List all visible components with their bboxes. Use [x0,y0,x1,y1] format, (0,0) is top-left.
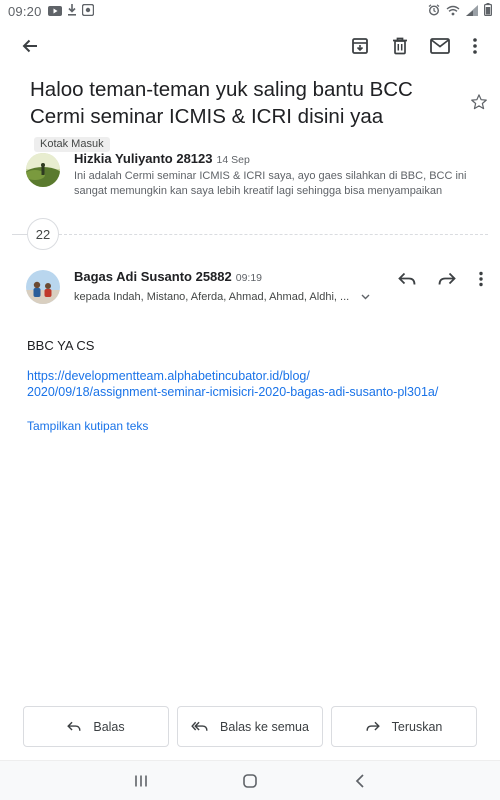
download-icon [67,3,77,19]
recent-apps-icon [135,775,147,787]
subject-text: Haloo teman-teman yuk saling bantu BCC C… [30,78,413,128]
forward-label: Teruskan [391,719,443,734]
avatar-bagas[interactable] [26,270,60,304]
collapsed-messages-row: 22 [0,218,500,250]
wifi-icon [446,4,460,19]
back-button[interactable] [18,34,42,58]
forward-icon [438,272,456,285]
reply-icon-button[interactable] [396,268,418,290]
sender-line: Hizkia Yuliyanto 28123 14 Sep [74,151,250,166]
forward-icon-button[interactable] [436,268,458,290]
archive-button[interactable] [348,34,372,58]
mark-unread-icon [430,38,450,54]
collapsed-count-button[interactable]: 22 [27,218,59,250]
status-bar: 09:20 [0,0,500,22]
chevron-left-icon [355,774,364,788]
show-quoted-text-link[interactable]: Tampilkan kutipan teks [27,419,148,433]
sender-name: Bagas Adi Susanto 25882 [74,269,232,284]
recipients-toggle[interactable]: kepada Indah, Mistano, Aferda, Ahmad, Ah… [74,291,370,303]
link-line-2: 2020/09/18/assignment-seminar-icmisicri-… [27,385,439,399]
more-vert-icon [473,38,477,54]
reply-all-label: Balas ke semua [220,719,309,734]
reply-label: Balas [93,719,125,734]
star-button[interactable] [470,93,490,113]
youtube-icon [47,4,62,19]
mark-unread-button[interactable] [428,34,452,58]
message-collapsed[interactable]: Hizkia Yuliyanto 28123 14 Sep Ini adalah … [0,148,500,204]
delete-button[interactable] [388,34,412,58]
thread-subject: Haloo teman-teman yuk saling bantu BCC C… [30,76,460,157]
message-more-button[interactable] [470,268,492,290]
message-date: 14 Sep [216,154,250,166]
reply-button[interactable]: Balas [23,706,169,747]
battery-icon [484,3,493,19]
reply-icon [398,272,416,285]
avatar-hizkia[interactable] [26,153,60,187]
app-bar [0,22,500,70]
message-expanded-header: Bagas Adi Susanto 25882 09:19 kepada Inda… [0,264,500,312]
reply-icon [67,721,81,731]
reply-all-icon [191,721,208,731]
chevron-down-icon [361,294,370,300]
reply-all-button[interactable]: Balas ke semua [177,706,323,747]
alarm-icon [428,3,440,19]
more-vert-icon [479,271,483,287]
home-icon [243,774,257,788]
archive-icon [352,38,368,54]
back-nav-button[interactable] [350,771,370,791]
signal-icon [466,4,478,19]
status-time: 09:20 [8,3,42,19]
forward-icon [366,721,380,731]
more-options-button[interactable] [463,34,487,58]
sender-name: Hizkia Yuliyanto 28123 [74,151,213,166]
app-notification-icon [81,3,94,19]
message-time: 09:19 [235,272,263,284]
sender-line: Bagas Adi Susanto 25882 09:19 [74,269,262,284]
delete-icon [393,37,407,55]
arrow-back-icon [22,39,37,53]
message-snippet: Ini adalah Cermi seminar ICMIS & ICRI sa… [74,170,467,197]
forward-button[interactable]: Teruskan [331,706,477,747]
avatar-photo-landscape-icon [26,153,60,187]
message-body-text: BBC YA CS [27,338,95,353]
avatar-photo-people-icon [26,270,60,304]
divider [59,234,488,235]
reply-actions: Balas Balas ke semua Teruskan [23,706,477,747]
divider [12,234,28,235]
message-link[interactable]: https://developmentteam.alphabetincubato… [27,368,477,400]
recent-apps-button[interactable] [131,771,151,791]
system-navigation-bar [0,760,500,800]
home-button[interactable] [240,771,260,791]
link-line-1: https://developmentteam.alphabetincubato… [27,369,310,383]
recipients-text: kepada Indah, Mistano, Aferda, Ahmad, Ah… [74,291,350,303]
star-outline-icon [471,94,487,110]
